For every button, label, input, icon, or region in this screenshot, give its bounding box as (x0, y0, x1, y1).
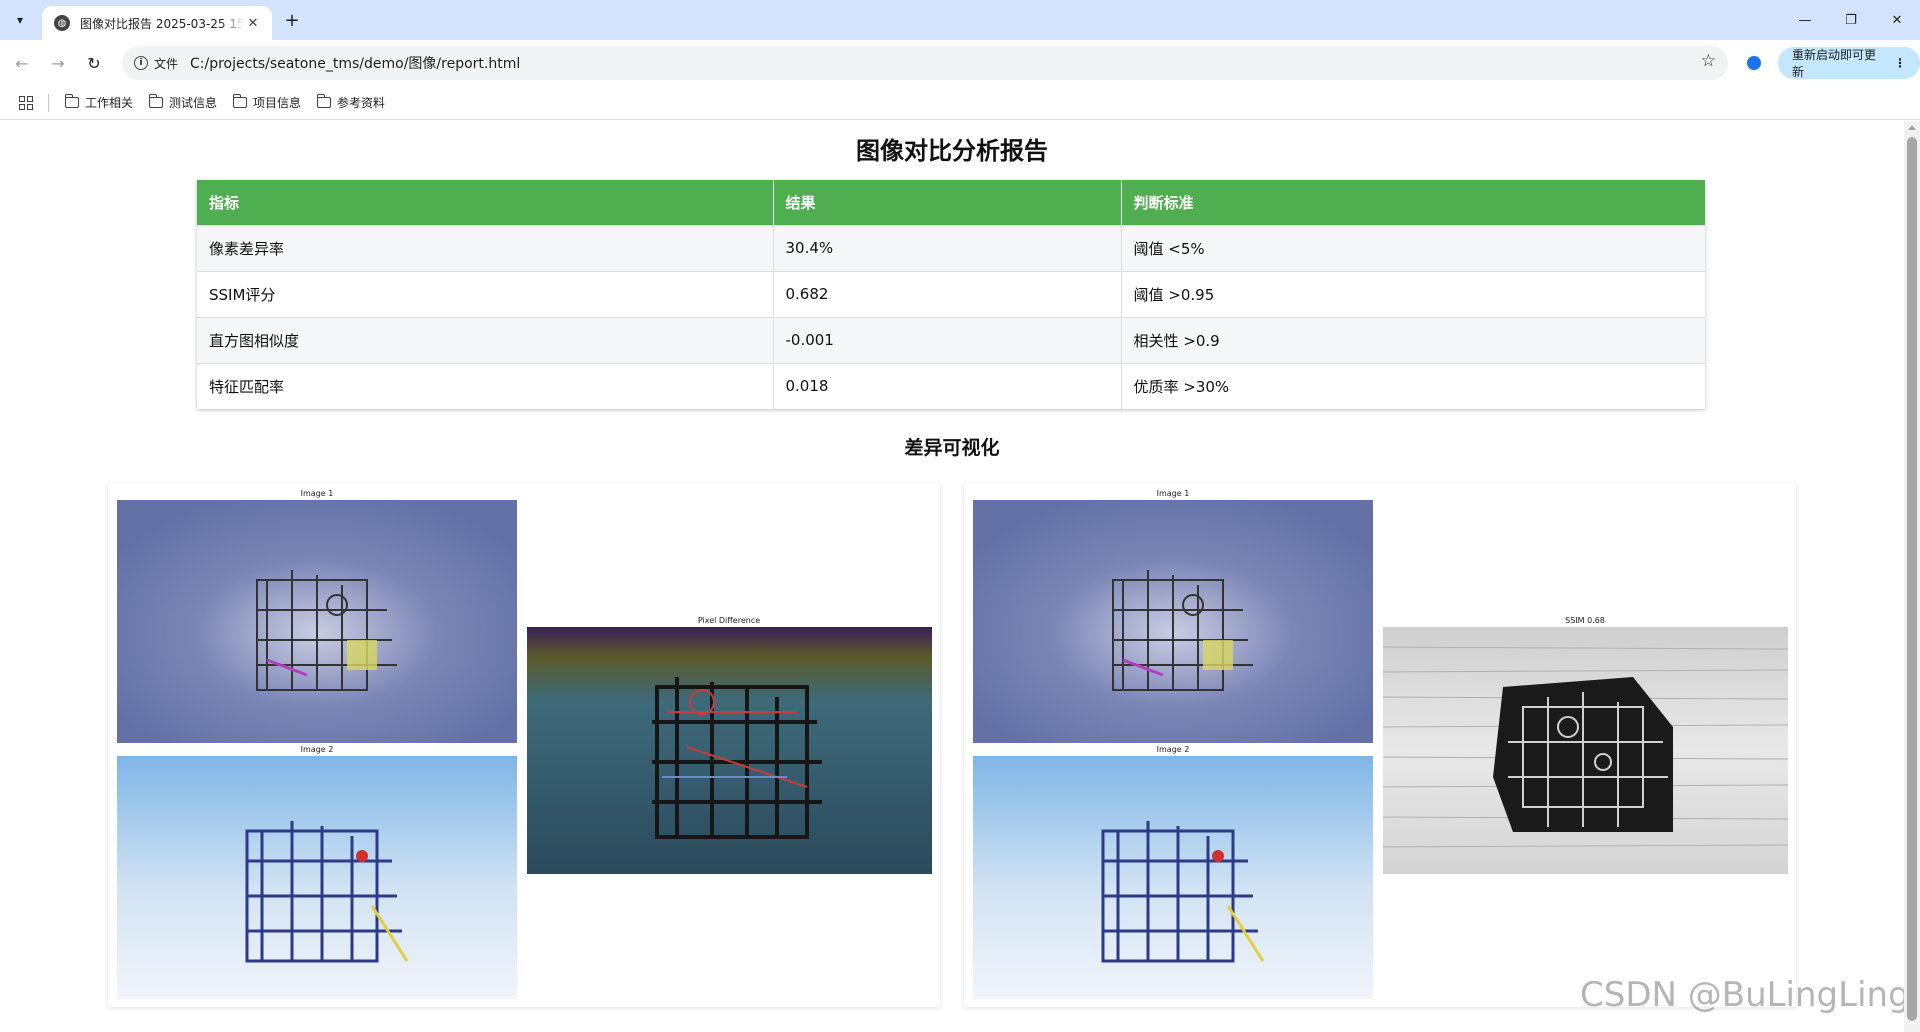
browser-toolbar: ← → ↻ i 文件 C:/projects/seatone_tms/demo/… (0, 40, 1920, 86)
section-title: 差异可视化 (904, 437, 1000, 459)
vertical-scrollbar[interactable] (1904, 121, 1920, 1032)
ssim-figure: Image 1 Image 2 SSIM 0.68 (964, 483, 1796, 1007)
metric-criterion: 优质率 >30% (1121, 362, 1705, 409)
bookmark-label: 参考资料 (337, 96, 386, 110)
tab-close-icon[interactable]: ✕ (244, 14, 262, 32)
scroll-thumb[interactable] (1907, 137, 1917, 1021)
metric-result: 30.4% (773, 224, 1122, 271)
metric-criterion: 阈值 <5% (1121, 224, 1705, 271)
globe-icon: ◍ (54, 15, 70, 31)
site-info-chip[interactable]: i 文件 (130, 51, 186, 75)
table-row: 直方图相似度 -0.001 相关性 >0.9 (197, 316, 1705, 363)
plant-render-image (973, 756, 1373, 999)
pixel-diff-figure: Image 1 Image 2 Pixel Difference (108, 483, 940, 1007)
image1-plot (117, 500, 517, 743)
watermark: CSDN @BuLingLings (1580, 975, 1920, 1015)
metric-name: 特征匹配率 (197, 362, 774, 409)
metric-name: 像素差异率 (197, 224, 774, 271)
bookmark-folder-test[interactable]: 测试信息 (141, 90, 225, 116)
tab-title: 图像对比报告 2025-03-25 15: (80, 16, 244, 31)
forward-button[interactable]: → (44, 49, 72, 77)
metric-result: -0.001 (773, 316, 1122, 363)
person-icon (1747, 56, 1761, 70)
diff-heatmap-image (527, 627, 932, 874)
ssim-map-image (1383, 627, 1788, 874)
chevron-down-icon: ▾ (16, 13, 24, 27)
column-header: 判断标准 (1121, 180, 1705, 225)
metric-name: SSIM评分 (197, 270, 774, 317)
bookmark-label: 项目信息 (253, 96, 302, 110)
image2-plot (973, 756, 1373, 999)
minimize-button[interactable]: — (1788, 6, 1822, 34)
close-window-button[interactable]: ✕ (1880, 6, 1914, 34)
ssim-map-plot (1383, 627, 1788, 874)
reload-button[interactable]: ↻ (80, 49, 108, 77)
image2-plot (117, 756, 517, 999)
bookmark-label: 测试信息 (169, 96, 218, 110)
bookmarks-bar: 工作相关 测试信息 项目信息 参考资料 (0, 86, 1920, 120)
restore-button[interactable]: ❐ (1834, 6, 1868, 34)
more-menu-icon[interactable]: ⋮ (1894, 56, 1906, 70)
image2-label: Image 2 (1156, 745, 1190, 754)
bookmark-folder-project[interactable]: 项目信息 (225, 90, 309, 116)
table-header-row: 指标 结果 判断标准 (197, 180, 1705, 225)
bookmark-folder-reference[interactable]: 参考资料 (309, 90, 393, 116)
column-header: 结果 (773, 180, 1122, 225)
metric-result: 0.682 (773, 270, 1122, 317)
tab-report[interactable]: ◍ 图像对比报告 2025-03-25 15: ✕ (42, 6, 272, 40)
new-tab-button[interactable]: + (280, 8, 304, 32)
image1-label: Image 1 (1156, 489, 1190, 498)
url-text[interactable]: C:/projects/seatone_tms/demo/图像/report.h… (190, 53, 520, 73)
table-row: SSIM评分 0.682 阈值 >0.95 (197, 270, 1705, 317)
apps-grid-icon[interactable] (12, 89, 40, 117)
update-button[interactable]: 重新启动即可更新 ⋮ (1778, 47, 1920, 79)
plant-render-image (117, 756, 517, 999)
table-row: 像素差异率 30.4% 阈值 <5% (197, 224, 1705, 271)
tab-search-button[interactable]: ▾ (8, 8, 32, 32)
pixel-diff-plot (527, 627, 932, 874)
info-icon: i (134, 56, 148, 70)
update-label: 重新启动即可更新 (1792, 48, 1877, 79)
folder-icon (316, 94, 332, 108)
image1-label: Image 1 (300, 489, 334, 498)
address-bar[interactable]: i 文件 C:/projects/seatone_tms/demo/图像/rep… (122, 46, 1728, 80)
scroll-up-arrow-icon[interactable] (1908, 125, 1916, 130)
folder-icon (64, 94, 79, 108)
page-title: 图像对比分析报告 (856, 137, 1048, 165)
back-button[interactable]: ← (8, 49, 36, 77)
bookmark-separator (48, 93, 49, 112)
folder-icon (148, 94, 164, 108)
image1-plot (973, 500, 1373, 743)
bookmark-label: 工作相关 (85, 96, 134, 110)
tab-strip: ▾ ◍ 图像对比报告 2025-03-25 15: ✕ + — ❐ ✕ (0, 0, 1920, 40)
plant-render-image (117, 500, 517, 743)
metric-result: 0.018 (773, 362, 1122, 409)
site-info-label: 文件 (154, 56, 179, 71)
bookmark-star-icon[interactable]: ☆ (1701, 51, 1716, 71)
plant-render-image (973, 500, 1373, 743)
metric-criterion: 相关性 >0.9 (1121, 316, 1705, 363)
diff-label: Pixel Difference (697, 616, 761, 625)
profile-avatar[interactable] (1742, 51, 1766, 75)
column-header: 指标 (197, 180, 774, 225)
page-viewport: 图像对比分析报告 指标 结果 判断标准 像素差异率 30.4% 阈值 <5% S… (0, 121, 1904, 1032)
metric-name: 直方图相似度 (197, 316, 774, 363)
ssim-label: SSIM 0.68 (1565, 616, 1605, 625)
folder-icon (232, 94, 248, 108)
metric-criterion: 阈值 >0.95 (1121, 270, 1705, 317)
image2-label: Image 2 (300, 745, 334, 754)
metrics-table: 指标 结果 判断标准 像素差异率 30.4% 阈值 <5% SSIM评分 0.6… (197, 180, 1705, 409)
table-row: 特征匹配率 0.018 优质率 >30% (197, 362, 1705, 409)
bookmark-folder-work[interactable]: 工作相关 (57, 90, 141, 116)
